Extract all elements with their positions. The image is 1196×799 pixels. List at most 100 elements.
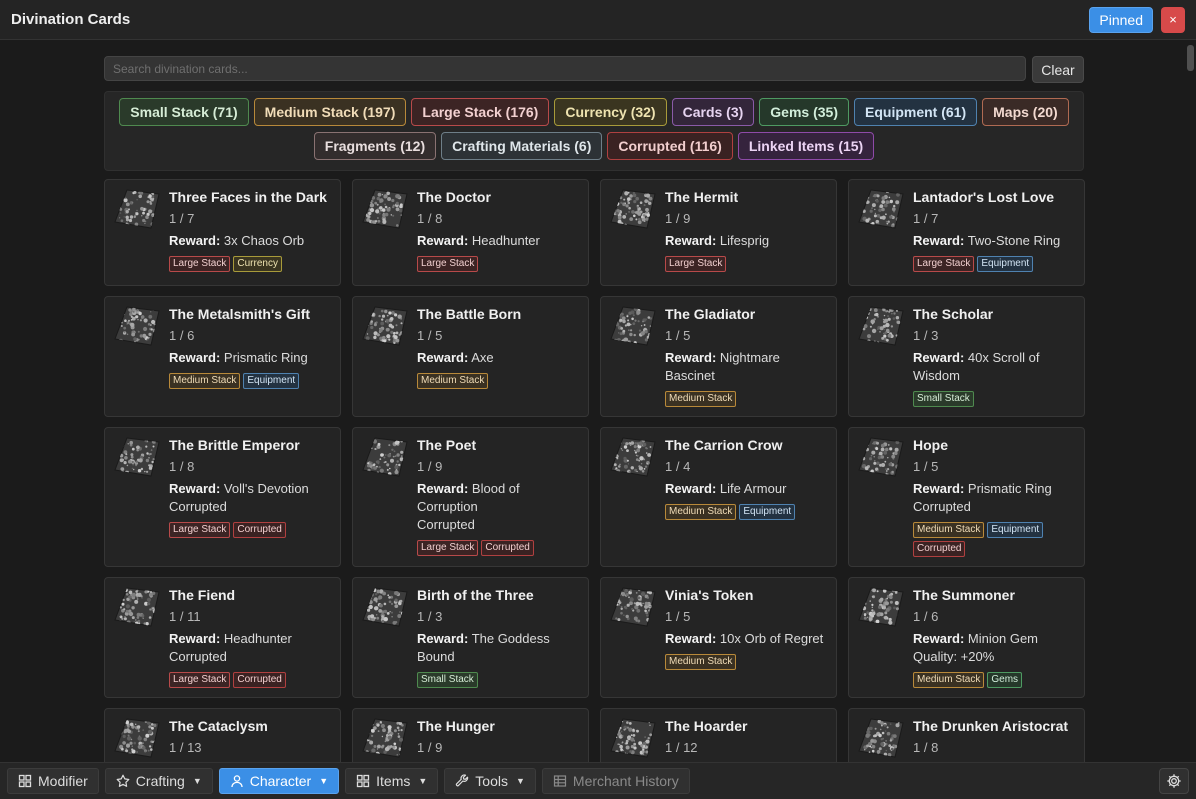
card-stack-size: 1 / 7	[913, 211, 939, 226]
card-reward-modifier: Corrupted	[169, 499, 227, 514]
divination-card[interactable]: The Metalsmith's Gift 1 / 6 Reward: Prisma…	[104, 296, 341, 417]
card-tags: Large Stack Equipment	[913, 256, 1076, 272]
divination-card[interactable]: The Battle Born 1 / 5 Reward: Axe Medium St…	[352, 296, 589, 417]
divination-card[interactable]: Three Faces in the Dark 1 / 7 Reward: 3x C…	[104, 179, 341, 286]
card-tags: Large Stack Corrupted	[417, 540, 580, 556]
card-reward-modifier: Quality: +20%	[913, 649, 995, 664]
divination-card[interactable]: Birth of the Three 1 / 3 Reward: The Godde…	[352, 577, 589, 698]
card-name: The Cataclysm	[169, 718, 268, 734]
card-stack-size: 1 / 5	[913, 459, 939, 474]
crafting-dropdown[interactable]: Crafting ▼	[104, 768, 213, 794]
divination-card[interactable]: The Poet 1 / 9 Reward: Blood of Corruption…	[352, 427, 589, 567]
chevron-down-icon: ▼	[319, 776, 329, 786]
divination-card[interactable]: Hope 1 / 5 Reward: Prismatic Ring Corrupted…	[848, 427, 1085, 567]
modifier-button[interactable]: Modifier	[7, 768, 99, 794]
divination-card[interactable]: Lantador's Lost Love 1 / 7 Reward: Two-Sto…	[848, 179, 1085, 286]
reward-value: Prismatic Ring	[967, 481, 1052, 496]
content-scroll-area[interactable]: Clear Small Stack (71)Medium Stack (197)…	[0, 41, 1196, 762]
card-tags: Large Stack	[665, 256, 828, 272]
user-icon	[230, 774, 244, 788]
filter-chip-equipment[interactable]: Equipment (61)	[854, 98, 978, 126]
divination-card[interactable]: Vinia's Token 1 / 5 Reward: 10x Orb of Reg…	[600, 577, 837, 698]
card-name: The Doctor	[417, 189, 491, 205]
card-info: Hope 1 / 5 Reward: Prismatic Ring Corrupted…	[913, 436, 1076, 557]
scrollbar-thumb[interactable]	[1187, 45, 1194, 71]
tag-medium: Medium Stack	[665, 654, 737, 670]
card-image	[113, 586, 161, 628]
clear-button[interactable]: Clear	[1032, 56, 1084, 83]
tools-dropdown[interactable]: Tools ▼	[444, 768, 536, 794]
tag-large: Large Stack	[417, 256, 479, 272]
pinned-button[interactable]: Pinned	[1089, 6, 1153, 33]
tag-medium: Medium Stack	[913, 522, 985, 538]
card-info: Lantador's Lost Love 1 / 7 Reward: Two-Sto…	[913, 188, 1076, 276]
items-dropdown[interactable]: Items ▼	[345, 768, 439, 794]
reward-prefix: Reward:	[417, 481, 469, 496]
filter-chip-fragments[interactable]: Fragments (12)	[313, 132, 437, 160]
divination-card[interactable]: The Fiend 1 / 11 Reward: Headhunter Corrupt…	[104, 577, 341, 698]
card-tags: Medium Stack Gems	[913, 672, 1076, 688]
filter-chip-corrupted[interactable]: Corrupted (116)	[607, 132, 733, 160]
filter-chip-large[interactable]: Large Stack (176)	[411, 98, 550, 126]
character-dropdown[interactable]: Character ▼	[218, 768, 340, 794]
divination-card[interactable]: The Hunger 1 / 9	[352, 708, 589, 762]
divination-card[interactable]: The Drunken Aristocrat 1 / 8	[848, 708, 1085, 762]
card-name: The Hermit	[665, 189, 739, 205]
reward-value: Prismatic Ring	[223, 350, 308, 365]
divination-card[interactable]: The Cataclysm 1 / 13	[104, 708, 341, 762]
star-icon	[116, 774, 130, 788]
filter-chip-gems[interactable]: Gems (35)	[759, 98, 849, 126]
filter-chip-linked[interactable]: Linked Items (15)	[737, 132, 875, 160]
divination-card[interactable]: The Scholar 1 / 3 Reward: 40x Scroll of Wi…	[848, 296, 1085, 417]
card-tags: Medium Stack	[665, 654, 828, 670]
card-tags: Medium Stack Equipment	[169, 373, 332, 389]
tag-corrupted: Corrupted	[233, 522, 286, 538]
filter-chip-small[interactable]: Small Stack (71)	[119, 98, 249, 126]
title-bar: Divination Cards Pinned ×	[0, 0, 1196, 40]
card-reward-modifier: Corrupted	[913, 499, 971, 514]
tag-equipment: Equipment	[977, 256, 1034, 272]
divination-card[interactable]: The Brittle Emperor 1 / 8 Reward: Voll's D…	[104, 427, 341, 567]
card-info: The Poet 1 / 9 Reward: Blood of Corruption…	[417, 436, 580, 557]
card-stack-size: 1 / 3	[417, 609, 443, 624]
divination-card[interactable]: The Hermit 1 / 9 Reward: Lifesprig Large St…	[600, 179, 837, 286]
card-stack-size: 1 / 13	[169, 740, 202, 755]
divination-card[interactable]: The Gladiator 1 / 5 Reward: Nightmare Basc…	[600, 296, 837, 417]
filter-chip-medium[interactable]: Medium Stack (197)	[253, 98, 407, 126]
tools-label: Tools	[475, 773, 508, 789]
settings-button[interactable]	[1159, 768, 1189, 794]
search-input[interactable]	[104, 56, 1026, 81]
card-name: The Poet	[417, 437, 477, 453]
card-image	[113, 188, 161, 230]
card-image	[609, 436, 657, 478]
items-label: Items	[376, 773, 411, 789]
card-info: The Hoarder 1 / 12	[665, 717, 828, 762]
card-tags: Large Stack	[417, 256, 580, 272]
filter-chip-currency[interactable]: Currency (32)	[554, 98, 667, 126]
card-info: The Metalsmith's Gift 1 / 6 Reward: Prisma…	[169, 305, 332, 407]
card-image	[361, 305, 409, 347]
divination-card[interactable]: The Doctor 1 / 8 Reward: Headhunter Large S…	[352, 179, 589, 286]
filter-chip-crafting[interactable]: Crafting Materials (6)	[441, 132, 603, 160]
divination-card[interactable]: The Summoner 1 / 6 Reward: Minion Gem Quali…	[848, 577, 1085, 698]
card-image	[609, 188, 657, 230]
close-button[interactable]: ×	[1161, 6, 1185, 33]
reward-value: Headhunter	[223, 631, 292, 646]
tag-medium: Medium Stack	[913, 672, 985, 688]
character-label: Character	[249, 773, 312, 789]
divination-card[interactable]: The Carrion Crow 1 / 4 Reward: Life Armour…	[600, 427, 837, 567]
merchant-history-button[interactable]: Merchant History	[541, 768, 690, 794]
card-image	[609, 586, 657, 628]
reward-value: 3x Chaos Orb	[223, 233, 305, 248]
filter-chip-cards[interactable]: Cards (3)	[671, 98, 755, 126]
filter-chip-maps[interactable]: Maps (20)	[982, 98, 1069, 126]
card-reward: Reward: 40x Scroll of Wisdom	[913, 349, 1076, 385]
tag-large: Large Stack	[169, 672, 231, 688]
card-reward: Reward: Lifesprig	[665, 232, 828, 250]
card-tags: Medium Stack Equipment	[665, 504, 828, 520]
bottom-toolbar: Modifier Crafting ▼ Character ▼ Items ▼ …	[0, 762, 1196, 799]
tag-corrupted: Corrupted	[233, 672, 286, 688]
card-stack-size: 1 / 4	[665, 459, 691, 474]
divination-card[interactable]: The Hoarder 1 / 12	[600, 708, 837, 762]
card-info: The Carrion Crow 1 / 4 Reward: Life Armour…	[665, 436, 828, 557]
